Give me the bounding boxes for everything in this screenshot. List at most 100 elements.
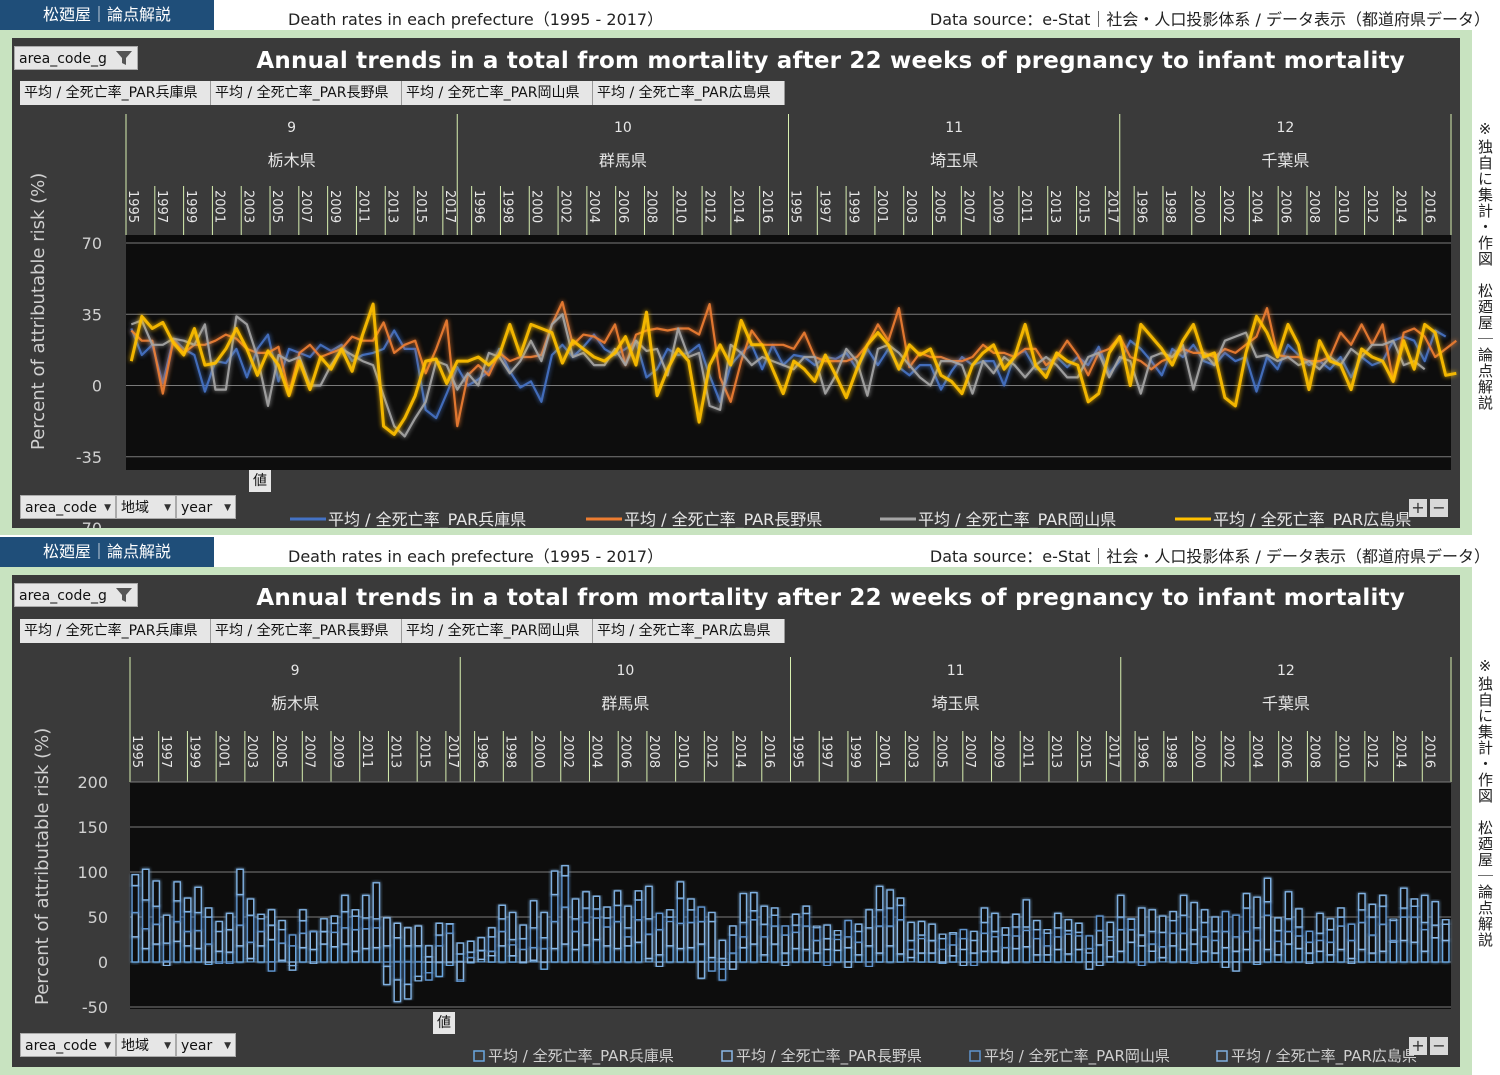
y-tick-label: 150 (77, 818, 108, 837)
bar-segment (1033, 954, 1041, 963)
collapse-button[interactable]: − (1430, 1037, 1448, 1055)
bar-segment (1242, 907, 1251, 933)
bar-segment (435, 945, 444, 963)
year-tick-label: 2009 (327, 190, 342, 223)
bar-segment (1420, 894, 1429, 924)
bar-segment (540, 961, 549, 970)
value-field-button[interactable]: 値 (433, 1012, 455, 1034)
value-field-button[interactable]: 値 (249, 470, 271, 492)
year-tick-label: 2015 (413, 190, 428, 223)
bar-segment (781, 952, 790, 963)
bar-segment (739, 892, 748, 924)
bar-segment (445, 923, 454, 934)
bar-segment (1158, 931, 1167, 948)
legend-swatch (473, 1050, 485, 1062)
bar-segment (833, 938, 842, 952)
bar-segment (1337, 948, 1345, 963)
expand-button[interactable]: + (1409, 1037, 1427, 1055)
year-tick-label: 1998 (500, 190, 515, 223)
year-tick-label: 2002 (557, 190, 572, 223)
bar-segment (949, 931, 957, 935)
year-tick-label: 1996 (474, 735, 489, 768)
bar-segment (1347, 961, 1356, 965)
bar-segment (1053, 936, 1062, 951)
bar-segment (404, 961, 412, 986)
group-code-label: 10 (616, 663, 634, 679)
year-tick-label: 2015 (416, 735, 431, 768)
bar-segment (561, 874, 569, 908)
bar-segment (152, 943, 161, 963)
year-tick-label: 2002 (1220, 190, 1235, 223)
bar-segment (1253, 939, 1261, 963)
year-tick-label: 1996 (471, 190, 486, 223)
year-filter[interactable]: year ▼ (176, 495, 236, 519)
bar-segment (414, 925, 423, 947)
bar-segment (812, 927, 821, 942)
bar-segment (351, 928, 360, 952)
year-tick-label: 2006 (1277, 190, 1292, 223)
bar-segment (362, 894, 370, 919)
area-code-filter[interactable]: area_code ▼ (20, 495, 116, 519)
bar-segment (561, 943, 569, 963)
bar-segment (1274, 917, 1282, 932)
bar-segment (697, 906, 706, 923)
chart-panel-1: area_code_g Annual trends in a total fro… (12, 38, 1460, 528)
year-tick-label: 1995 (788, 190, 803, 223)
bar-segment (886, 925, 895, 947)
bar-segment (215, 950, 224, 963)
year-filter[interactable]: year ▼ (176, 1033, 236, 1057)
bar-segment (1431, 924, 1440, 939)
bar-segment (666, 945, 674, 963)
bar-segment (162, 961, 171, 967)
bar-segment (257, 918, 265, 933)
collapse-button[interactable]: − (1430, 499, 1448, 517)
bar-segment (760, 923, 769, 938)
bar-segment (1033, 928, 1041, 940)
year-tick-label: 2003 (903, 190, 918, 223)
bar-segment (603, 926, 611, 947)
bar-segment (676, 881, 685, 899)
bar-segment (854, 954, 863, 963)
year-label: year (181, 500, 213, 516)
bar-segment (1368, 903, 1377, 918)
bar-segment (425, 972, 433, 981)
bar-segment (404, 945, 412, 963)
bar-segment (456, 961, 465, 981)
bar-segment (246, 941, 255, 960)
expand-button[interactable]: + (1409, 499, 1427, 517)
area-code-filter[interactable]: area_code ▼ (20, 1033, 116, 1057)
bar-segment (1337, 916, 1345, 927)
bar-segment (582, 944, 590, 963)
bar-segment (1033, 919, 1041, 931)
legend-swatch (969, 1050, 981, 1062)
region-filter[interactable]: 地域 ▼ (116, 495, 176, 519)
bar-segment (487, 936, 496, 952)
bar-segment (362, 917, 370, 930)
year-tick-label: 2001 (215, 735, 230, 768)
bar-segment (341, 927, 349, 945)
bar-segment (896, 919, 905, 955)
chevron-down-icon: ▼ (224, 1041, 231, 1051)
bar-segment (1242, 892, 1251, 909)
bar-segment (991, 930, 999, 938)
year-tick-label: 2011 (359, 735, 374, 768)
bar-segment (487, 955, 496, 963)
region-filter[interactable]: 地域 ▼ (116, 1033, 176, 1057)
bar-segment (1337, 925, 1345, 951)
bar-segment (1106, 939, 1115, 958)
bar-segment (655, 912, 664, 931)
y-tick-label: 0 (92, 377, 102, 396)
chart-panel-2: area_code_g Annual trends in a total fro… (12, 575, 1460, 1067)
year-tick-label: 2001 (876, 735, 891, 768)
legend-label: 平均 / 全死亡率_PAR岡山県 (918, 510, 1116, 528)
plot-area (130, 782, 1451, 1009)
bar-segment (655, 954, 664, 963)
bar-segment (529, 900, 538, 929)
bar-segment (1420, 921, 1429, 931)
bar-segment (131, 884, 140, 914)
year-tick-label: 2017 (1105, 190, 1120, 223)
bar-segment (603, 945, 611, 963)
year-tick-label: 1999 (845, 190, 860, 223)
bar-segment (1001, 946, 1010, 963)
bar-segment (1295, 926, 1303, 937)
